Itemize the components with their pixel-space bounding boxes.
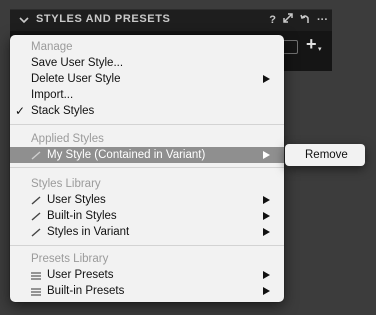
reset-icon[interactable] bbox=[300, 13, 310, 28]
menu-item-label: User Presets bbox=[47, 269, 114, 281]
menu-separator bbox=[10, 245, 284, 246]
menu-item-builtin-presets[interactable]: Built-in Presets bbox=[10, 283, 284, 299]
my-style-submenu: Remove bbox=[285, 144, 365, 166]
menu-item-styles-in-variant[interactable]: Styles in Variant bbox=[10, 224, 284, 240]
menu-item-builtin-styles[interactable]: Built-in Styles bbox=[10, 208, 284, 224]
submenu-arrow-icon bbox=[263, 228, 270, 236]
panel-header-icons: ? ··· bbox=[269, 13, 328, 28]
menu-section-applied-styles: Applied Styles bbox=[10, 131, 284, 147]
brush-icon bbox=[31, 196, 41, 205]
section-header-label: Styles Library bbox=[31, 178, 101, 190]
submenu-arrow-icon bbox=[263, 196, 270, 204]
brush-icon bbox=[31, 212, 41, 221]
menu-item-label: Save User Style... bbox=[31, 57, 124, 69]
menu-separator bbox=[10, 167, 284, 168]
help-icon[interactable]: ? bbox=[269, 13, 276, 28]
checkmark-icon: ✓ bbox=[15, 104, 26, 118]
list-lines-icon bbox=[31, 288, 41, 296]
section-header-label: Presets Library bbox=[31, 253, 109, 265]
submenu-arrow-icon bbox=[263, 151, 270, 159]
expand-icon[interactable] bbox=[283, 13, 293, 28]
menu-item-label: My Style (Contained in Variant) bbox=[47, 149, 206, 161]
menu-item-user-styles[interactable]: User Styles bbox=[10, 192, 284, 208]
remove-menu-item[interactable]: Remove bbox=[305, 144, 348, 166]
menu-item-label: User Styles bbox=[47, 194, 106, 206]
add-style-button[interactable]: + bbox=[306, 35, 317, 53]
more-icon[interactable]: ··· bbox=[317, 13, 328, 28]
styles-context-menu: Manage Save User Style... Delete User St… bbox=[10, 35, 284, 302]
menu-section-styles-library: Styles Library bbox=[10, 176, 284, 192]
menu-item-label: Styles in Variant bbox=[47, 226, 130, 238]
menu-item-stack-styles[interactable]: ✓ Stack Styles bbox=[10, 103, 284, 119]
submenu-arrow-icon bbox=[263, 212, 270, 220]
menu-item-label: Import... bbox=[31, 89, 74, 101]
panel-title: STYLES AND PRESETS bbox=[36, 13, 171, 25]
menu-item-import[interactable]: Import... bbox=[10, 87, 284, 103]
menu-item-delete-user-style[interactable]: Delete User Style bbox=[10, 71, 284, 87]
menu-section-presets-library: Presets Library bbox=[10, 251, 284, 267]
brush-icon bbox=[31, 151, 41, 160]
menu-separator bbox=[10, 124, 284, 125]
collapse-chevron-icon[interactable] bbox=[18, 14, 30, 26]
list-lines-icon bbox=[31, 272, 41, 280]
add-dropdown-caret-icon: ▾ bbox=[318, 46, 322, 53]
brush-icon bbox=[31, 228, 41, 237]
menu-item-my-style[interactable]: My Style (Contained in Variant) bbox=[10, 147, 284, 163]
menu-item-label: Delete User Style bbox=[31, 73, 121, 85]
menu-item-label: Built-in Styles bbox=[47, 210, 117, 222]
menu-item-save-user-style[interactable]: Save User Style... bbox=[10, 55, 284, 71]
menu-section-manage: Manage bbox=[10, 39, 284, 55]
submenu-arrow-icon bbox=[263, 75, 270, 83]
submenu-arrow-icon bbox=[263, 287, 270, 295]
style-toggle-button[interactable] bbox=[282, 40, 298, 54]
section-header-label: Manage bbox=[31, 41, 73, 53]
menu-item-label: Built-in Presets bbox=[47, 285, 125, 297]
submenu-arrow-icon bbox=[263, 271, 270, 279]
panel-header: STYLES AND PRESETS ? ··· bbox=[10, 9, 332, 32]
menu-item-user-presets[interactable]: User Presets bbox=[10, 267, 284, 283]
section-header-label: Applied Styles bbox=[31, 133, 104, 145]
menu-item-label: Stack Styles bbox=[31, 105, 95, 117]
